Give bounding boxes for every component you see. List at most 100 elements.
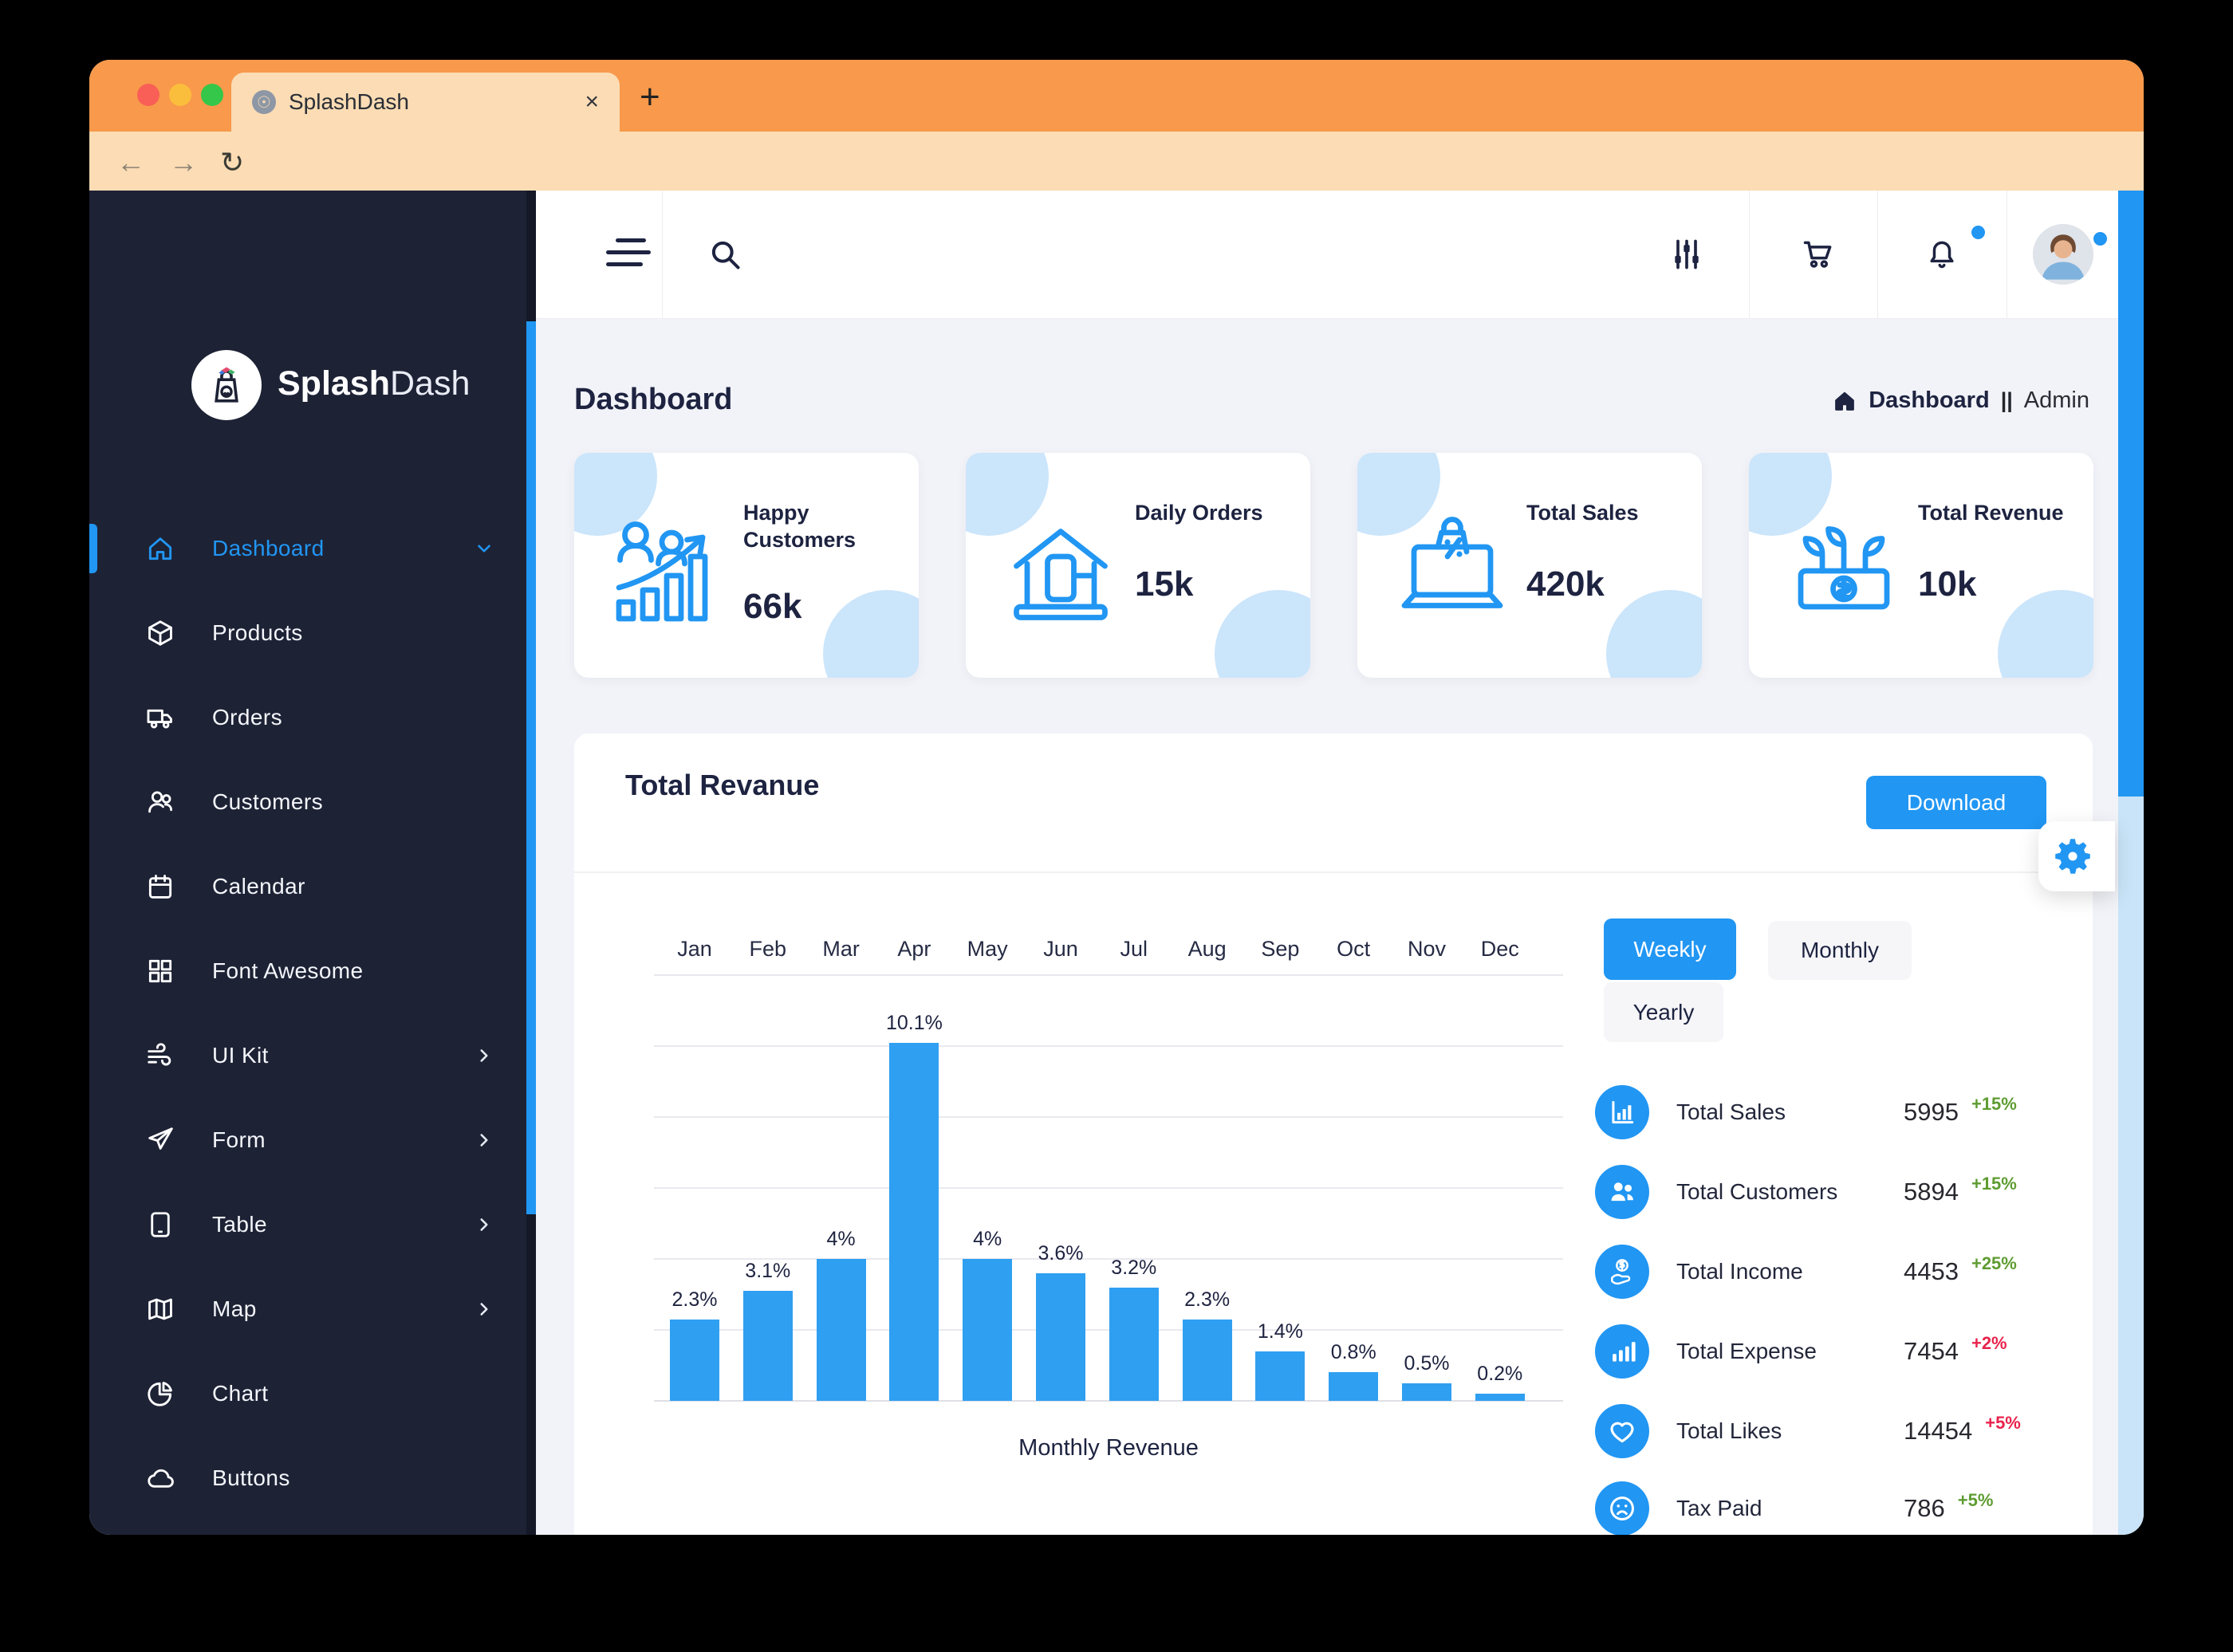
stat-row-value: 4453 [1904, 1257, 1959, 1285]
sidebar-item-chart[interactable]: Chart [89, 1351, 526, 1436]
reload-icon[interactable]: ↻ [220, 146, 244, 179]
bar-mar [816, 1259, 866, 1401]
chevron-right-icon [474, 1045, 494, 1066]
bar-value-label: 10.1% [885, 1012, 943, 1034]
header-divider [1749, 191, 1750, 319]
breadcrumb-admin[interactable]: Admin [2024, 387, 2089, 414]
home-icon [1832, 388, 1857, 414]
gridline [654, 1187, 1563, 1189]
bar-value-label: 4% [826, 1228, 856, 1250]
sidebar-item-label: Buttons [212, 1465, 290, 1490]
stat-row-value: 5894 [1904, 1178, 1959, 1206]
sidebar-item-orders[interactable]: Orders [89, 675, 526, 760]
bar-oct [1329, 1372, 1379, 1401]
sidebar-item-invoice[interactable]: Invoice [89, 1520, 526, 1535]
bar-value-label: 3.1% [745, 1260, 791, 1282]
daily-orders-icon [1001, 509, 1120, 628]
settings-flyout[interactable] [2038, 821, 2115, 891]
notification-dot [1971, 226, 1985, 239]
stat-row-total-expense: Total Expense 7454 +2% [1595, 1323, 2074, 1380]
bar-jul [1109, 1288, 1159, 1401]
sidebar-scrollbar-thumb[interactable] [526, 321, 536, 1214]
stat-row-total-customers: Total Customers 5894 +15% [1595, 1163, 2074, 1221]
month-label-apr: Apr [897, 937, 931, 961]
stat-row-label: Tax Paid [1676, 1496, 1762, 1520]
stat-row-delta: +5% [1985, 1413, 2021, 1433]
grid-icon [145, 956, 175, 986]
sidebar-item-ui-kit[interactable]: UI Kit [89, 1013, 526, 1098]
browser-tab[interactable]: ☉ SplashDash × [231, 73, 620, 132]
month-label-feb: Feb [749, 937, 787, 961]
decor-blob [823, 590, 919, 678]
cart-icon[interactable] [1801, 237, 1836, 272]
sidebar-item-map[interactable]: Map [89, 1267, 526, 1351]
sidebar-item-font-awesome[interactable]: Font Awesome [89, 929, 526, 1013]
globe-favicon-icon: ☉ [252, 90, 276, 114]
stat-row-delta: +15% [1971, 1094, 2017, 1114]
main-content: Dashboard Dashboard || Admin Happy Custo… [536, 319, 2118, 1535]
month-label-may: May [967, 937, 1008, 961]
sidebar-item-buttons[interactable]: Buttons [89, 1436, 526, 1520]
period-button-yearly[interactable]: Yearly [1604, 982, 1723, 1042]
month-label-oct: Oct [1337, 937, 1371, 961]
chevron-down-icon [474, 538, 494, 559]
chevron-right-icon [474, 1214, 494, 1235]
sidebar-item-label: Form [212, 1127, 266, 1152]
bars-asc-icon [1595, 1324, 1649, 1379]
stat-row-total-income: Total Income 4453 +25% [1595, 1243, 2074, 1300]
online-status-dot [2093, 232, 2107, 246]
bar-aug [1182, 1320, 1232, 1401]
stat-row-value: 7454 [1904, 1337, 1959, 1365]
app-header: 03 [536, 191, 2118, 319]
brand-logo [191, 350, 262, 420]
card-divider [574, 871, 2093, 873]
sidebar-item-table[interactable]: Table [89, 1182, 526, 1267]
page-scrollbar-track[interactable] [2118, 191, 2144, 1535]
wind-icon [145, 1040, 175, 1071]
breadcrumb: Dashboard || Admin [1832, 387, 2089, 414]
back-icon[interactable]: ← [116, 146, 145, 179]
search-icon[interactable] [707, 237, 742, 272]
bar-feb [742, 1291, 793, 1401]
laptop-sales-icon [1392, 509, 1512, 628]
forward-icon[interactable]: → [169, 146, 198, 179]
sidebar-menu: Dashboard Products Orders Customers Calendar… [89, 506, 526, 1535]
sidebar-item-label: Font Awesome [212, 958, 364, 983]
home-icon [145, 533, 175, 564]
sidebar-item-form[interactable]: Form [89, 1098, 526, 1182]
traffic-light-minimize-icon[interactable] [169, 84, 191, 106]
bar-jan [670, 1320, 719, 1401]
traffic-light-zoom-icon[interactable] [201, 84, 223, 106]
sidebar-item-label: UI Kit [212, 1043, 269, 1068]
period-button-monthly[interactable]: Monthly [1768, 921, 1912, 980]
download-button[interactable]: Download [1866, 776, 2046, 829]
send-icon [145, 1125, 175, 1155]
heart-icon [1595, 1404, 1649, 1458]
sidebar-item-calendar[interactable]: Calendar [89, 844, 526, 929]
sidebar-item-products[interactable]: Products [89, 591, 526, 675]
sidebar-item-dashboard[interactable]: Dashboard [89, 506, 526, 591]
chevron-right-icon [474, 1299, 494, 1320]
month-label-nov: Nov [1407, 937, 1446, 961]
month-label-mar: Mar [822, 937, 860, 961]
traffic-light-close-icon[interactable] [137, 84, 160, 106]
new-tab-button[interactable]: + [640, 77, 660, 117]
breadcrumb-separator: || [2000, 388, 2013, 412]
breadcrumb-dashboard[interactable]: Dashboard [1869, 387, 1989, 414]
page-title: Dashboard [574, 383, 733, 416]
sidebar-scrollbar-track[interactable] [526, 191, 536, 1535]
page-scrollbar-thumb[interactable] [2118, 191, 2144, 796]
hamburger-menu-icon[interactable] [606, 238, 651, 266]
sidebar-item-customers[interactable]: Customers [89, 760, 526, 844]
tablet-icon [145, 1210, 175, 1240]
period-button-weekly[interactable]: Weekly [1604, 918, 1736, 980]
users-icon [145, 787, 175, 817]
stat-row-delta: +15% [1971, 1174, 2017, 1194]
notification-bell-icon[interactable] [1924, 237, 1959, 272]
stat-card-title: Daily Orders [1135, 501, 1263, 525]
filter-sliders-icon[interactable] [1669, 237, 1704, 272]
user-avatar[interactable] [2033, 224, 2093, 285]
tab-close-icon[interactable]: × [585, 88, 599, 116]
bar-chart-plot: 2.3% 3.1% 4% 10.1% 4% 3.6% 3.2% 2.3% 1.4% 0.8% 0.5… [654, 974, 1563, 1402]
header-divider [1877, 191, 1878, 319]
